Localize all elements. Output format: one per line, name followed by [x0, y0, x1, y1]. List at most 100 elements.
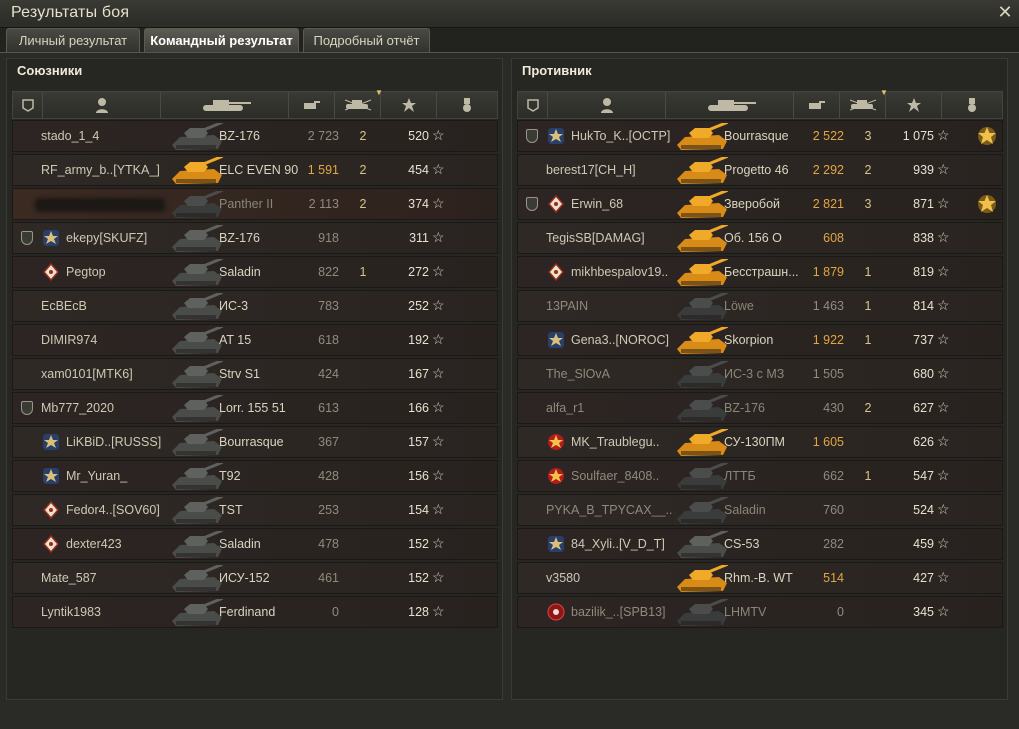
player-row[interactable]: Soulfaer_8408.. ЛТТБ 662 1 547 ☆: [517, 460, 1003, 492]
player-row[interactable]: dexter423 Saladin 478 152 ☆: [12, 528, 498, 560]
player-row[interactable]: Lyntik1983 Ferdinand 0 128 ☆: [12, 596, 498, 628]
medal-icon[interactable]: [976, 193, 998, 215]
damage-value: 918: [318, 231, 339, 245]
player-row[interactable]: xam0101[MTK6] Strv S1 424 167 ☆: [12, 358, 498, 390]
player-name[interactable]: xam0101[MTK6]: [41, 367, 133, 381]
damage-value: 618: [318, 333, 339, 347]
clan-star-icon: [546, 432, 566, 452]
player-name[interactable]: Mb777_2020: [41, 401, 114, 415]
player-row[interactable]: 13PAIN Löwe 1 463 1 814 ☆: [517, 290, 1003, 322]
player-name[interactable]: dexter423: [66, 537, 122, 551]
clan-emblem-icon: [41, 432, 61, 452]
player-row[interactable]: PYKA_B_TPYCAX__.. Saladin 760 524 ☆: [517, 494, 1003, 526]
xp-value: 1 075: [902, 129, 934, 143]
clan-diamond-icon: [41, 534, 61, 554]
player-row[interactable]: Mr_Yuran_ T92 428 156 ☆: [12, 460, 498, 492]
player-name[interactable]: berest17[CH_H]: [546, 163, 636, 177]
header-tank-icon[interactable]: [666, 92, 794, 118]
vehicle-tank-icon: [673, 222, 731, 255]
header-damage-icon[interactable]: [289, 92, 335, 118]
player-row[interactable]: LiKBiD..[RUSSS] Bourrasque 367 157 ☆: [12, 426, 498, 458]
player-row[interactable]: bazilik_..[SPB13] LHMTV 0 345 ☆: [517, 596, 1003, 628]
player-name[interactable]: EcBEcB: [41, 299, 87, 313]
player-row[interactable]: berest17[CH_H] Progetto 46 2 292 2 939 ☆: [517, 154, 1003, 186]
header-squad-icon[interactable]: [13, 92, 43, 118]
player-name[interactable]: Mr_Yuran_: [66, 469, 127, 483]
header-xp-star-icon[interactable]: ▼: [880, 88, 942, 118]
player-row[interactable]: HukTo_K..[OCTP] Bourrasque 2 522 3 1 075 ☆: [517, 120, 1003, 152]
player-row[interactable]: ekepy[SKUFZ] BZ-176 918 311 ☆: [12, 222, 498, 254]
player-row[interactable]: RF_army_b..[YTKA_] ELC EVEN 90 1 591 2 454 ☆: [12, 154, 498, 186]
damage-value: 1 591: [307, 163, 339, 177]
player-name[interactable]: RF_army_b..[YTKA_]: [41, 163, 160, 177]
header-xp-star-icon[interactable]: ▼: [375, 88, 437, 118]
tab-personal-result[interactable]: Личный результат: [6, 28, 140, 52]
vehicle-tank-icon: [168, 392, 226, 425]
player-name[interactable]: alfa_r1: [546, 401, 584, 415]
player-name[interactable]: v3580: [546, 571, 580, 585]
player-row[interactable]: Pegtop Saladin 822 1 272 ☆: [12, 256, 498, 288]
player-name[interactable]: PYKA_B_TPYCAX__..: [546, 503, 672, 517]
player-name[interactable]: HukTo_K..[OCTP]: [571, 129, 670, 143]
player-row[interactable]: The_SlOvA ИС-3 с МЗ 1 505 680 ☆: [517, 358, 1003, 390]
vehicle-tank-icon: [168, 460, 226, 493]
player-row[interactable]: Mate_587 ИСУ-152 461 152 ☆: [12, 562, 498, 594]
player-row[interactable]: Gena3..[NOROC] Skorpion 1 922 1 737 ☆: [517, 324, 1003, 356]
vehicle-name: Зверобой: [724, 197, 780, 211]
xp-value: 167: [408, 367, 429, 381]
player-name[interactable]: Gena3..[NOROC]: [571, 333, 669, 347]
player-name[interactable]: 84_Xyli..[V_D_T]: [571, 537, 665, 551]
player-row[interactable]: Mb777_2020 Lorr. 155 51 613 166 ☆: [12, 392, 498, 424]
player-name[interactable]: Pegtop: [66, 265, 106, 279]
player-name[interactable]: LiKBiD..[RUSSS]: [66, 435, 161, 449]
player-name[interactable]: Soulfaer_8408..: [571, 469, 659, 483]
vehicle-tank-icon: [168, 562, 226, 595]
player-name[interactable]: bazilik_..[SPB13]: [571, 605, 666, 619]
header-tank-icon[interactable]: [161, 92, 289, 118]
player-name[interactable]: ekepy[SKUFZ]: [66, 231, 147, 245]
player-row[interactable]: Fedor4..[SOV60] TST 253 154 ☆: [12, 494, 498, 526]
close-icon[interactable]: ✕: [995, 2, 1015, 22]
player-row[interactable]: Erwin_68 Зверобой 2 821 3 871 ☆: [517, 188, 1003, 220]
player-name[interactable]: TegisSB[DAMAG]: [546, 231, 645, 245]
header-player-icon[interactable]: [43, 92, 161, 118]
player-name[interactable]: Fedor4..[SOV60]: [66, 503, 160, 517]
player-name[interactable]: MK_Traublegu..: [571, 435, 659, 449]
clan-emblem-icon: [546, 330, 566, 350]
header-damage-icon[interactable]: [794, 92, 840, 118]
player-row[interactable]: TegisSB[DAMAG] Об. 156 О 608 838 ☆: [517, 222, 1003, 254]
player-row[interactable]: v3580 Rhm.-B. WT 514 427 ☆: [517, 562, 1003, 594]
player-name[interactable]: 13PAIN: [546, 299, 588, 313]
vehicle-name: Bourrasque: [724, 129, 789, 143]
player-row[interactable]: Panther II 2 113 2 374 ☆: [12, 188, 498, 220]
header-medal-icon[interactable]: [942, 92, 1002, 118]
header-squad-icon[interactable]: [518, 92, 548, 118]
player-row[interactable]: stado_1_4 BZ-176 2 723 2 520 ☆: [12, 120, 498, 152]
tab-detailed-report[interactable]: Подробный отчёт: [303, 28, 430, 52]
vehicle-name: Saladin: [219, 537, 261, 551]
tab-team-result[interactable]: Командный результат: [144, 28, 299, 52]
player-name[interactable]: Mate_587: [41, 571, 97, 585]
player-name[interactable]: Lyntik1983: [41, 605, 101, 619]
player-row[interactable]: alfa_r1 BZ-176 430 2 627 ☆: [517, 392, 1003, 424]
player-row[interactable]: 84_Xyli..[V_D_T] CS-53 282 459 ☆: [517, 528, 1003, 560]
vehicle-tank-icon: [673, 460, 731, 493]
player-name[interactable]: DIMIR974: [41, 333, 97, 347]
player-row[interactable]: mikhbespalov19.. Бесстрашн... 1 879 1 819 ☆: [517, 256, 1003, 288]
player-name[interactable]: stado_1_4: [41, 129, 99, 143]
player-row[interactable]: EcBEcB ИС-3 783 252 ☆: [12, 290, 498, 322]
medal-icon[interactable]: [976, 125, 998, 147]
header-medal-icon[interactable]: [437, 92, 497, 118]
kills-value: 1: [359, 265, 367, 279]
player-name[interactable]: Erwin_68: [571, 197, 623, 211]
player-name[interactable]: mikhbespalov19..: [571, 265, 668, 279]
clan-emblem-icon: [546, 534, 566, 554]
header-player-icon[interactable]: [548, 92, 666, 118]
player-row[interactable]: DIMIR974 AT 15 618 192 ☆: [12, 324, 498, 356]
player-name[interactable]: The_SlOvA: [546, 367, 610, 381]
xp-star-icon: ☆: [432, 331, 445, 347]
vehicle-tank-icon: [168, 528, 226, 561]
xp-value: 252: [408, 299, 429, 313]
player-row[interactable]: MK_Traublegu.. СУ-130ПМ 1 605 626 ☆: [517, 426, 1003, 458]
damage-value: 2 292: [812, 163, 844, 177]
